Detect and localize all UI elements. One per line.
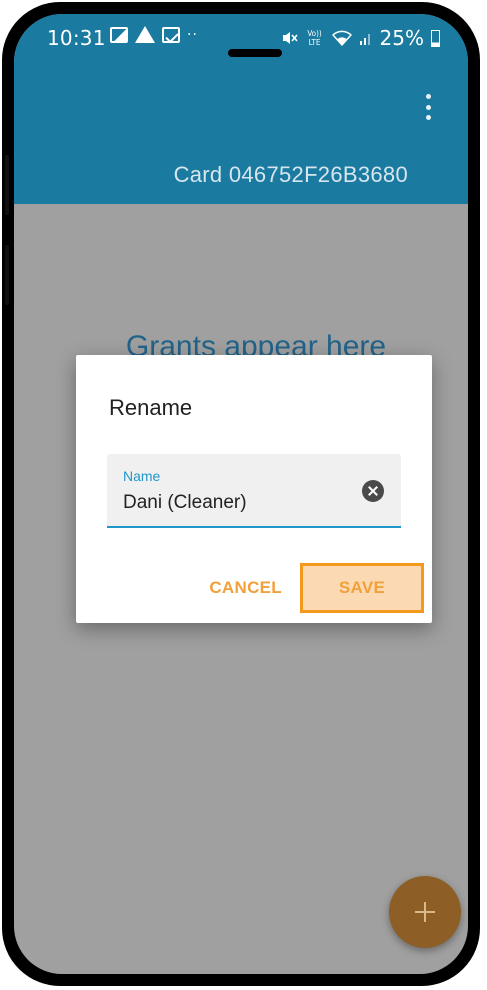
- rename-dialog: Rename Name CANCEL SAVE: [76, 355, 432, 623]
- dialog-actions: CANCEL SAVE: [191, 563, 424, 613]
- wifi-icon: [331, 30, 352, 46]
- name-field[interactable]: Name: [107, 454, 401, 528]
- warning-icon: [135, 26, 155, 43]
- dialog-title: Rename: [109, 395, 193, 420]
- app-bar-title: Card 046752F26B3680: [173, 162, 408, 187]
- clear-icon[interactable]: [362, 480, 384, 502]
- side-button: [5, 245, 9, 305]
- signal-icon: [359, 34, 370, 45]
- name-field-label: Name: [123, 468, 161, 484]
- mute-icon: [282, 32, 298, 44]
- menu-dot: [425, 115, 431, 120]
- image-icon: [110, 26, 128, 43]
- phone-frame: 10:31 ·· Vo)) LTE 25% Card 046752F26B368…: [2, 2, 480, 986]
- screen: 10:31 ·· Vo)) LTE 25% Card 046752F26B368…: [14, 14, 468, 974]
- status-time: 10:31: [47, 26, 106, 50]
- app-bar: 10:31 ·· Vo)) LTE 25% Card 046752F26B368…: [14, 14, 468, 204]
- more-notifications-icon: ··: [187, 26, 198, 43]
- name-input[interactable]: [123, 492, 343, 514]
- side-button: [5, 155, 9, 215]
- status-left-icons: ··: [110, 26, 198, 43]
- add-icon[interactable]: [389, 876, 461, 948]
- volte-icon: Vo)) LTE: [307, 29, 322, 47]
- status-right-icons: Vo)) LTE 25%: [282, 26, 440, 50]
- menu-dot: [425, 104, 431, 110]
- battery-icon: [431, 29, 440, 47]
- menu-dot: [425, 94, 431, 99]
- more-vert-icon[interactable]: [423, 94, 433, 120]
- camera-notch: [228, 49, 282, 57]
- status-bar: 10:31 ·· Vo)) LTE 25%: [14, 14, 468, 57]
- save-button[interactable]: SAVE: [300, 563, 424, 613]
- battery-percent: 25%: [379, 26, 424, 50]
- cancel-button[interactable]: CANCEL: [191, 578, 300, 598]
- gallery-icon: [162, 26, 180, 43]
